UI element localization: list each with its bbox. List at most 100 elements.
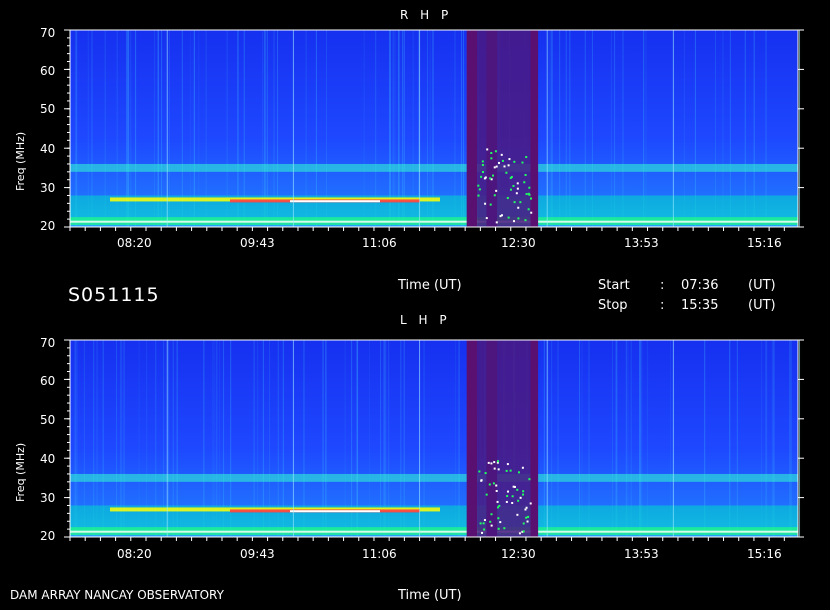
lhp-xtick-1353: 13:53 bbox=[624, 547, 659, 561]
speckle bbox=[486, 148, 489, 151]
speckle bbox=[516, 187, 519, 190]
speckle-region bbox=[477, 30, 531, 227]
speckle bbox=[482, 171, 485, 174]
rhp-ytick-40: 40 bbox=[40, 142, 56, 156]
speckle bbox=[527, 192, 530, 195]
rhp-ytick-70: 70 bbox=[40, 26, 56, 40]
speckle bbox=[477, 194, 480, 197]
speckle bbox=[506, 463, 509, 466]
rhp-xtick-1230: 12:30 bbox=[501, 236, 536, 250]
speckle bbox=[497, 460, 500, 463]
stop-label: Stop bbox=[598, 298, 628, 313]
speckle bbox=[497, 527, 500, 530]
speckle bbox=[499, 521, 502, 524]
speckle bbox=[499, 215, 502, 218]
speckle bbox=[515, 192, 518, 195]
lhp-ytick-70: 70 bbox=[40, 336, 56, 350]
rhp-spectrogram bbox=[64, 29, 804, 231]
speckle bbox=[527, 515, 530, 518]
speckle bbox=[525, 193, 528, 196]
speckle bbox=[495, 489, 498, 492]
speckle bbox=[529, 502, 532, 505]
speckle bbox=[530, 211, 533, 214]
speckle bbox=[481, 160, 484, 163]
speckle bbox=[489, 177, 492, 180]
footer-observatory: DAM ARRAY NANCAY OBSERVATORY bbox=[10, 588, 224, 602]
low-freq-line bbox=[70, 530, 798, 533]
rhp-ytick-20: 20 bbox=[40, 219, 56, 233]
lhp-spectrogram bbox=[64, 339, 804, 541]
speckle bbox=[485, 493, 488, 496]
speckle bbox=[493, 461, 496, 464]
speckle bbox=[505, 469, 508, 472]
speckle bbox=[495, 165, 498, 168]
speckle bbox=[498, 161, 501, 164]
speckle bbox=[488, 483, 491, 486]
speckle bbox=[521, 161, 524, 164]
speckle bbox=[517, 206, 520, 209]
speckle bbox=[501, 159, 504, 162]
speckle bbox=[496, 506, 499, 509]
speckle bbox=[505, 500, 508, 503]
speckle bbox=[500, 153, 503, 156]
speckle bbox=[507, 490, 510, 493]
lhp-xtick-1516: 15:16 bbox=[747, 547, 782, 561]
rhp-ytick-60: 60 bbox=[40, 64, 56, 78]
speckle bbox=[523, 181, 526, 184]
rhp-xtick-0943: 09:43 bbox=[240, 236, 275, 250]
speckle bbox=[513, 201, 516, 204]
speckle bbox=[496, 500, 499, 503]
lhp-ytick-20: 20 bbox=[40, 529, 56, 543]
speckle bbox=[510, 175, 513, 178]
speckle bbox=[518, 532, 521, 535]
speckle bbox=[527, 208, 530, 211]
speckle bbox=[522, 522, 525, 525]
emission-streak-white bbox=[290, 200, 380, 203]
speckle bbox=[489, 203, 492, 206]
lhp-ylabel: Freq (MHz) bbox=[14, 442, 27, 502]
speckle bbox=[525, 156, 528, 159]
speckle bbox=[522, 530, 525, 533]
lhp-ytick-30: 30 bbox=[40, 491, 56, 505]
speckle bbox=[511, 501, 514, 504]
speckle bbox=[490, 157, 493, 160]
speckle bbox=[509, 469, 512, 472]
speckle bbox=[524, 219, 527, 222]
start-time: 07:36 bbox=[681, 278, 719, 293]
speckle bbox=[528, 478, 531, 481]
lhp-xtick-0943: 09:43 bbox=[240, 547, 275, 561]
speckle bbox=[517, 471, 520, 474]
speckle bbox=[525, 506, 528, 509]
speckle bbox=[525, 516, 528, 519]
speckle bbox=[519, 496, 522, 499]
speckle bbox=[482, 522, 485, 525]
speckle bbox=[507, 164, 510, 167]
speckle bbox=[497, 468, 500, 471]
lhp-ytick-60: 60 bbox=[40, 374, 56, 388]
speckle bbox=[528, 186, 531, 189]
stop-unit: (UT) bbox=[748, 298, 776, 313]
speckle bbox=[524, 173, 527, 176]
dark-gap bbox=[466, 340, 478, 537]
speckle bbox=[479, 522, 482, 525]
speckle bbox=[503, 527, 506, 530]
speckle bbox=[490, 152, 493, 155]
rhp-ytick-50: 50 bbox=[40, 102, 56, 116]
speckle bbox=[480, 479, 483, 482]
lhp-title: L H P bbox=[400, 313, 451, 327]
speckle bbox=[517, 217, 520, 220]
speckle bbox=[495, 221, 498, 224]
rhp-xtick-1353: 13:53 bbox=[624, 236, 659, 250]
speckle bbox=[483, 528, 486, 531]
start-unit: (UT) bbox=[748, 278, 776, 293]
speckle bbox=[516, 182, 519, 185]
lhp-xtick-1230: 12:30 bbox=[501, 547, 536, 561]
speckle bbox=[517, 499, 520, 502]
speckle-region bbox=[477, 340, 531, 537]
start-sep: : bbox=[660, 278, 665, 293]
speckle bbox=[507, 216, 510, 219]
dark-gap bbox=[466, 30, 478, 227]
speckle bbox=[513, 160, 516, 163]
lhp-ytick-50: 50 bbox=[40, 413, 56, 427]
start-label: Start bbox=[598, 278, 630, 293]
